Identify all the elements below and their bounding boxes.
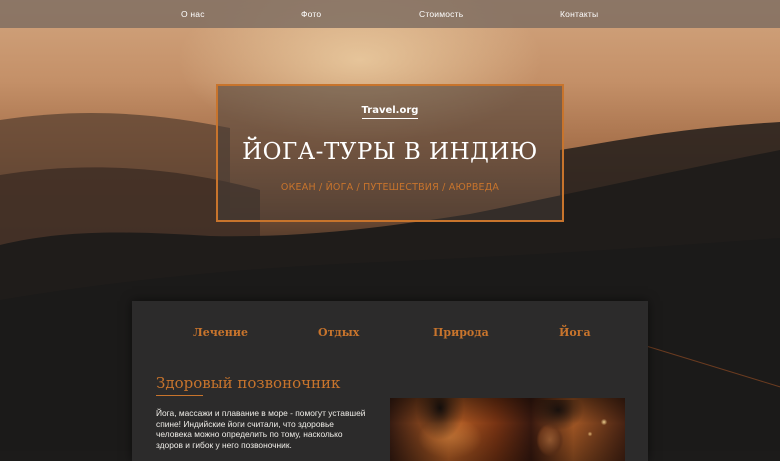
tab-treatment[interactable]: Лечение (193, 326, 248, 339)
nav-link-photo[interactable]: Фото (301, 0, 321, 28)
section-title-underline (156, 395, 203, 396)
content-card: Лечение Отдых Природа Йога Здоровый позв… (132, 301, 648, 461)
tab-rest[interactable]: Отдых (318, 326, 359, 339)
hero-subtitle: ОКЕАН / ЙОГА / ПУТЕШЕСТВИЯ / АЮРВЕДА (280, 182, 500, 193)
photo-shade (390, 398, 625, 461)
nav-link-contacts[interactable]: Контакты (560, 0, 598, 28)
top-navigation: О нас Фото Стоимость Контакты (0, 0, 780, 28)
section-body-text: Йога, массажи и плавание в море - помогу… (156, 408, 366, 450)
massage-photo (390, 398, 625, 461)
brand-logo-text[interactable]: Travel.org (361, 105, 419, 119)
tab-yoga[interactable]: Йога (559, 326, 591, 339)
hero-title-box: Travel.org ЙОГА-ТУРЫ В ИНДИЮ ОКЕАН / ЙОГ… (216, 84, 564, 222)
nav-link-about[interactable]: О нас (181, 0, 205, 28)
section-title: Здоровый позвоночник (156, 374, 341, 392)
nav-link-pricing[interactable]: Стоимость (419, 0, 463, 28)
tab-nature[interactable]: Природа (433, 326, 489, 339)
hero-title: ЙОГА-ТУРЫ В ИНДИЮ (242, 139, 538, 165)
